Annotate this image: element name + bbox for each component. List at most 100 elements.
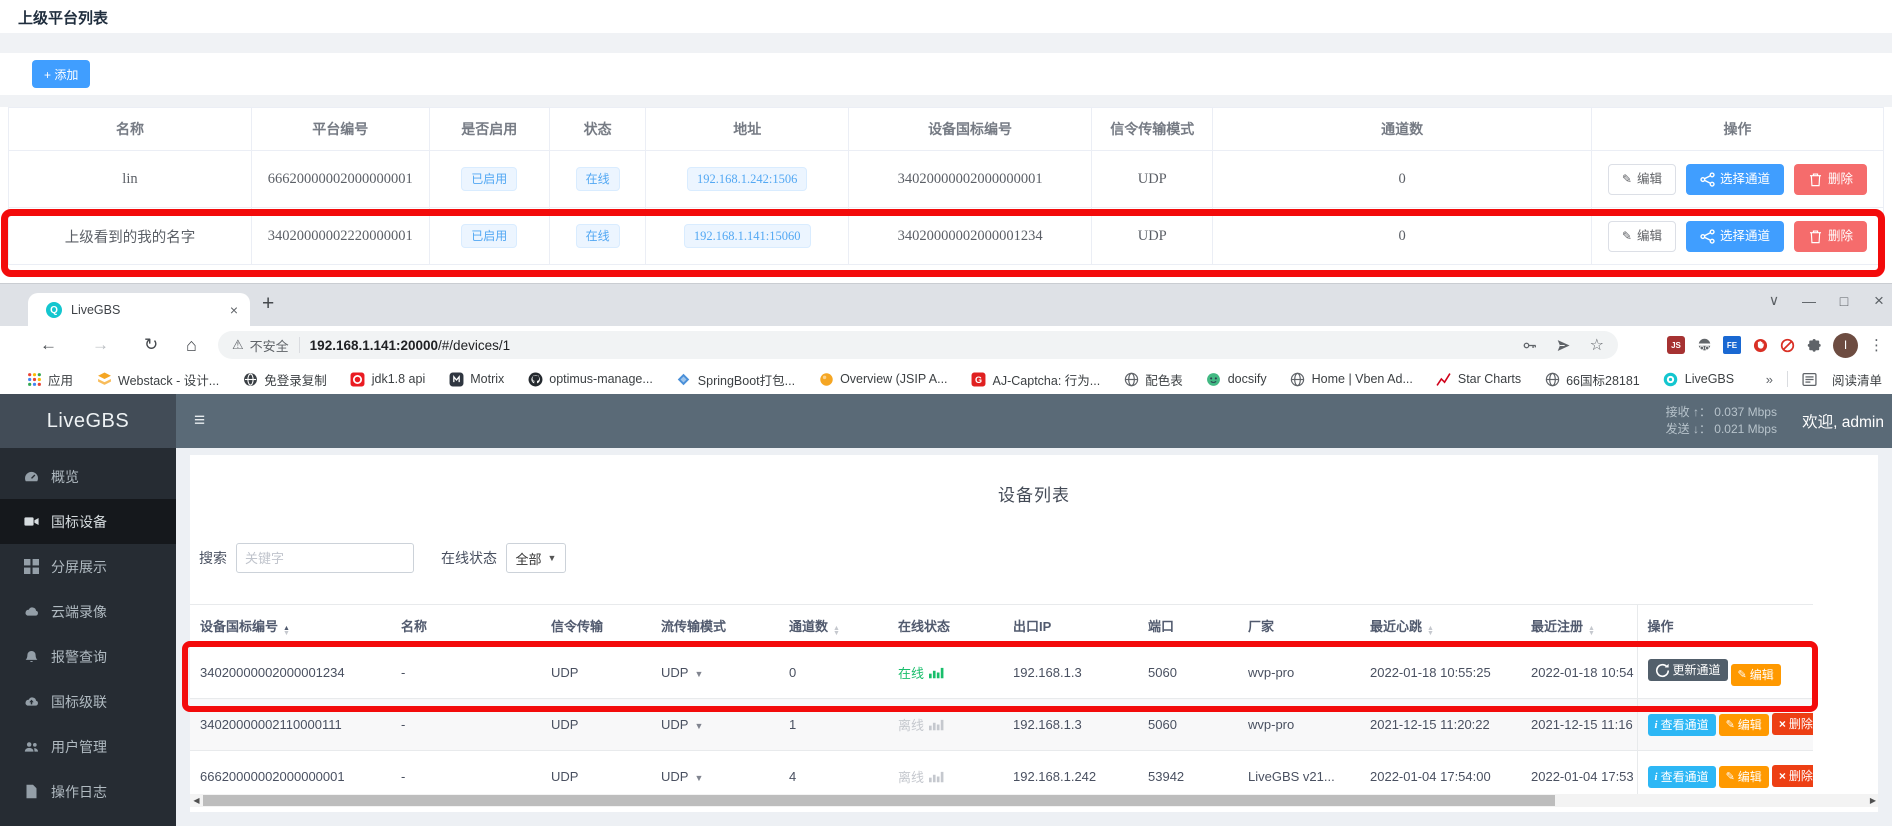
sidebar-item-camera[interactable]: 国标设备 (0, 499, 176, 544)
bookmark-item[interactable]: GAJ-Captcha: 行为... (971, 370, 1101, 389)
edit-button[interactable]: ✎编辑 (1731, 664, 1781, 686)
column-header[interactable]: 最近心跳▲▼ (1360, 605, 1521, 647)
home-icon[interactable]: ⌂ (186, 326, 197, 364)
blocker-icon[interactable] (1779, 337, 1795, 353)
column-header[interactable]: 设备国标编号▲▼ (190, 605, 391, 647)
scrollbar-thumb[interactable] (203, 795, 1555, 806)
reading-list-icon[interactable] (1802, 371, 1818, 387)
bookmark-item[interactable]: Motrix (448, 371, 504, 387)
incognito-extension-icon[interactable] (1696, 337, 1712, 353)
sort-icon[interactable]: ▲▼ (283, 626, 290, 636)
search-input[interactable] (236, 543, 414, 573)
window-chevron-icon[interactable]: ∨ (1767, 292, 1781, 309)
actions-cell: ✎编辑选择通道删除 (1591, 151, 1883, 208)
status-with-chart[interactable]: 在线 (898, 663, 944, 682)
sidebar-item-cloud-up[interactable]: 国标级联 (0, 679, 176, 724)
window-minimize-icon[interactable]: — (1802, 293, 1816, 309)
bookmark-item[interactable]: 配色表 (1123, 370, 1183, 389)
tab-close-icon[interactable]: × (230, 302, 238, 318)
sidebar-item-gauge[interactable]: 概览 (0, 454, 176, 499)
reading-list-label[interactable]: 阅读清单 (1832, 370, 1882, 389)
bookmark-star-icon[interactable]: ☆ (1590, 335, 1604, 355)
sort-icon[interactable]: ▲▼ (1588, 626, 1595, 636)
bookmarks-overflow-icon[interactable]: » (1766, 372, 1773, 387)
column-header[interactable]: 最近注册▲▼ (1521, 605, 1637, 647)
forward-icon[interactable]: → (92, 326, 109, 364)
select-channel-button[interactable]: 选择通道 (1686, 164, 1784, 195)
window-close-icon[interactable]: × (1872, 291, 1886, 311)
online-status-select[interactable]: 全部▼ (506, 543, 566, 573)
bookmark-item[interactable]: LiveGBS (1663, 371, 1734, 387)
puzzle-extensions-icon[interactable] (1806, 337, 1822, 353)
stream-mode-select[interactable]: UDP▼ (651, 699, 779, 751)
reload-icon[interactable]: ↻ (144, 326, 158, 364)
fe-extension-icon[interactable]: FE (1723, 336, 1741, 354)
bookmark-item[interactable]: optimus-manage... (527, 371, 653, 387)
browser-menu-icon[interactable]: ⋮ (1869, 336, 1884, 354)
adblock-hand-icon[interactable] (1752, 337, 1768, 353)
scroll-right-icon[interactable]: ▶ (1870, 796, 1876, 805)
view-channels-button[interactable]: i查看通道 (1648, 766, 1716, 788)
cloud-up-icon (21, 694, 41, 709)
select-channel-button[interactable]: 选择通道 (1686, 221, 1784, 252)
edit-button[interactable]: ✎编辑 (1608, 164, 1676, 195)
bookmark-item[interactable]: 应用 (26, 370, 73, 389)
enabled-badge: 已启用 (429, 208, 549, 265)
device-name: - (391, 647, 541, 699)
bookmark-label: Overview (JSIP A... (840, 372, 947, 386)
platform-name: 上级看到的我的名字 (9, 208, 252, 265)
online-status[interactable]: 在线 (888, 647, 1003, 699)
view-channels-button[interactable]: i查看通道 (1648, 714, 1716, 736)
sidebar-item-doc[interactable]: 操作日志 (0, 769, 176, 814)
bookmark-item[interactable]: Star Charts (1436, 371, 1521, 387)
page-titlebar: 上级平台列表 (0, 0, 1892, 33)
delete-button[interactable]: ×删除 (1772, 765, 1813, 787)
sidebar-item-users[interactable]: 用户管理 (0, 724, 176, 769)
bookmarks-bar: 应用 Webstack - 设计... 免登录复制 jdk1.8 api Motrix o… (0, 364, 1892, 395)
profile-avatar[interactable]: I (1833, 333, 1858, 358)
app-logo[interactable]: LiveGBS (0, 394, 176, 448)
divider (0, 95, 1892, 107)
sidebar-item-gear[interactable]: ⚙基础配置 (0, 814, 176, 826)
sidebar-item-bell[interactable]: 报警查询 (0, 634, 176, 679)
stream-mode-select[interactable]: UDP▼ (651, 647, 779, 699)
bookmark-item[interactable]: Home | Vben Ad... (1290, 371, 1413, 387)
edit-button[interactable]: ✎编辑 (1719, 714, 1769, 736)
sidebar-item-grid[interactable]: 分屏展示 (0, 544, 176, 589)
chevron-down-icon: ▼ (694, 669, 703, 679)
bookmark-item[interactable]: SpringBoot打包... (676, 370, 795, 389)
edit-button[interactable]: ✎编辑 (1719, 766, 1769, 788)
delete-button[interactable]: ×删除 (1772, 713, 1813, 735)
back-icon[interactable]: ← (40, 326, 57, 364)
bookmark-item[interactable]: Overview (JSIP A... (818, 371, 947, 387)
bookmark-item[interactable]: jdk1.8 api (350, 371, 426, 387)
sort-icon[interactable]: ▲▼ (1427, 626, 1434, 636)
sidebar-item-cloud[interactable]: 云端录像 (0, 589, 176, 634)
update-channels-button[interactable]: 更新通道 (1648, 659, 1728, 681)
bookmark-item[interactable]: 66国标28181 (1544, 370, 1640, 389)
window-maximize-icon[interactable]: □ (1837, 293, 1851, 309)
column-header[interactable]: 通道数▲▼ (779, 605, 888, 647)
scroll-left-icon[interactable]: ◀ (190, 796, 203, 805)
sidebar-toggle-icon[interactable]: ≡ (194, 394, 205, 448)
address-bar[interactable]: ⚠ 不安全 192.168.1.141:20000 /#/devices/1 ☆ (218, 331, 1618, 359)
address-badge: 192.168.1.141:15060 (646, 208, 849, 265)
bookmark-item[interactable]: docsify (1206, 371, 1267, 387)
sort-icon[interactable]: ▲▼ (833, 626, 840, 636)
add-platform-button[interactable]: + 添加 (32, 60, 90, 88)
bookmark-item[interactable]: 免登录复制 (242, 370, 327, 389)
key-icon[interactable] (1522, 337, 1538, 353)
online-status[interactable]: 离线 (888, 699, 1003, 751)
delete-button[interactable]: 删除 (1794, 221, 1867, 252)
welcome-user[interactable]: 欢迎, admin (1802, 394, 1884, 448)
edit-button[interactable]: ✎编辑 (1608, 221, 1676, 252)
status-with-chart[interactable]: 离线 (898, 767, 944, 786)
js-extension-icon[interactable]: JS (1667, 336, 1685, 354)
bookmark-item[interactable]: Webstack - 设计... (96, 370, 219, 389)
new-tab-button[interactable]: + (262, 292, 274, 316)
delete-button[interactable]: 删除 (1794, 164, 1867, 195)
status-with-chart[interactable]: 离线 (898, 715, 944, 734)
horizontal-scrollbar[interactable]: ◀ ▶ (190, 794, 1878, 807)
send-icon[interactable] (1556, 337, 1572, 353)
browser-tab-livegbs[interactable]: Q LiveGBS × (28, 293, 250, 327)
